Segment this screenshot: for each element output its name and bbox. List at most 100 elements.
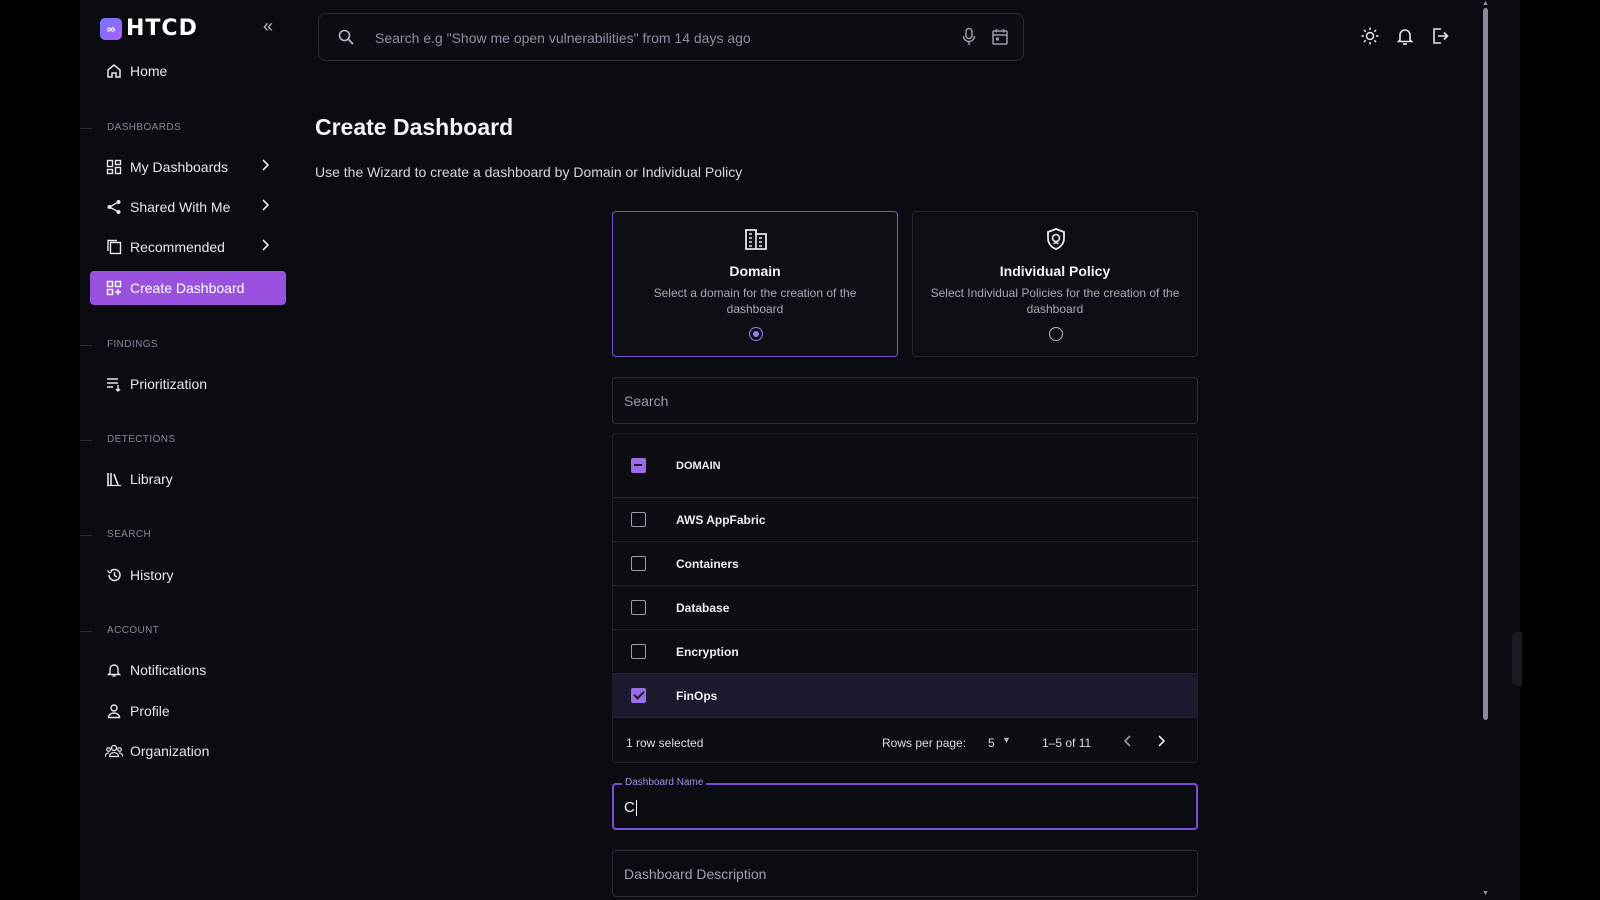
- section-label-account: ACCOUNT: [107, 625, 160, 636]
- sidebar-item-label: Recommended: [130, 239, 225, 255]
- scroll-down-arrow-icon[interactable]: ▼: [1482, 890, 1489, 897]
- copy-icon: [105, 238, 123, 256]
- rows-per-page-select[interactable]: 5: [988, 736, 995, 750]
- global-search-placeholder: Search e.g "Show me open vulnerabilities…: [375, 30, 751, 46]
- notifications-bell-icon[interactable]: [1395, 26, 1415, 51]
- dashboard-name-field[interactable]: Dashboard Name C: [612, 777, 1198, 830]
- app-frame: ∞ HTCD « Home DASHBOARDS My Dashboards S…: [80, 0, 1520, 900]
- sidebar-item-organization[interactable]: Organization: [90, 734, 286, 768]
- divider: [80, 631, 92, 632]
- sidebar-item-profile[interactable]: Profile: [90, 694, 286, 728]
- dashboard-add-icon: [105, 279, 123, 297]
- library-icon: [105, 470, 123, 488]
- side-drawer-handle[interactable]: [1512, 632, 1522, 686]
- table-row[interactable]: FinOps: [613, 674, 1197, 718]
- sidebar-item-notifications[interactable]: Notifications: [90, 653, 286, 687]
- pagination-range: 1–5 of 11: [1042, 736, 1092, 750]
- sidebar-item-label: Shared With Me: [130, 199, 231, 215]
- section-label-dashboards: DASHBOARDS: [107, 122, 182, 133]
- collapse-sidebar-icon[interactable]: «: [263, 16, 273, 37]
- domain-search-field[interactable]: [612, 377, 1198, 424]
- divider: [80, 440, 92, 441]
- dashboard-name-input[interactable]: C: [624, 799, 637, 817]
- search-icon: [337, 28, 355, 51]
- sidebar-item-label: Library: [130, 471, 173, 487]
- sidebar-item-my-dashboards[interactable]: My Dashboards: [90, 150, 286, 184]
- header-actions: [1360, 26, 1450, 51]
- column-header-domain: DOMAIN: [676, 459, 721, 472]
- sort-list-icon: [105, 375, 123, 393]
- user-icon: [105, 702, 123, 720]
- option-card-description: Select Individual Policies for the creat…: [930, 286, 1180, 316]
- shield-icon: [1044, 227, 1068, 256]
- sidebar-item-library[interactable]: Library: [90, 462, 286, 496]
- logo[interactable]: ∞ HTCD: [100, 16, 198, 41]
- section-label-detections: DETECTIONS: [107, 434, 176, 445]
- brightness-icon[interactable]: [1360, 26, 1380, 51]
- sidebar-item-label: Profile: [130, 703, 170, 719]
- dashboard-name-label: Dashboard Name: [622, 777, 707, 788]
- row-checkbox[interactable]: [631, 688, 646, 703]
- sidebar-item-label: History: [130, 567, 174, 583]
- domain-name: AWS AppFabric: [676, 512, 766, 527]
- logout-icon[interactable]: [1430, 26, 1450, 51]
- sidebar-item-label: Organization: [130, 743, 210, 759]
- sidebar-item-shared-with-me[interactable]: Shared With Me: [90, 190, 286, 224]
- domain-radio[interactable]: [749, 327, 763, 341]
- section-label-search: SEARCH: [107, 529, 152, 540]
- group-icon: [105, 742, 123, 760]
- option-card-description: Select a domain for the creation of the …: [653, 286, 857, 316]
- domain-search-input[interactable]: [613, 378, 1197, 423]
- option-card-title: Individual Policy: [999, 263, 1111, 279]
- dashboard-grid-icon: [105, 158, 123, 176]
- page-subtitle: Use the Wizard to create a dashboard by …: [315, 164, 743, 180]
- sidebar-item-create-dashboard[interactable]: Create Dashboard: [90, 271, 286, 305]
- scrollbar-thumb[interactable]: [1483, 8, 1488, 720]
- select-all-checkbox[interactable]: [631, 458, 646, 473]
- table-row[interactable]: Database: [613, 586, 1197, 630]
- chevron-right-icon: [260, 158, 270, 175]
- global-search-input[interactable]: Search e.g "Show me open vulnerabilities…: [318, 13, 1024, 61]
- logo-icon: ∞: [100, 17, 122, 40]
- history-icon: [105, 566, 123, 584]
- previous-page-button[interactable]: [1118, 731, 1138, 754]
- calendar-icon[interactable]: [991, 27, 1009, 52]
- sidebar-item-recommended[interactable]: Recommended: [90, 230, 286, 264]
- domain-table: DOMAIN AWS AppFabric Containers Database…: [612, 433, 1198, 763]
- sidebar-item-label: My Dashboards: [130, 159, 229, 175]
- table-header-row: DOMAIN: [613, 434, 1197, 498]
- divider: [80, 535, 92, 536]
- caret-down-icon[interactable]: ▼: [1002, 735, 1011, 745]
- sidebar-item-label: Create Dashboard: [130, 280, 245, 296]
- text-cursor: [635, 800, 637, 817]
- divider: [80, 345, 92, 346]
- table-row[interactable]: Encryption: [613, 630, 1197, 674]
- bell-icon: [105, 661, 123, 679]
- dashboard-description-field[interactable]: Dashboard Description: [612, 850, 1198, 897]
- row-checkbox[interactable]: [631, 644, 646, 659]
- sidebar: ∞ HTCD « Home DASHBOARDS My Dashboards S…: [80, 0, 300, 900]
- domain-name: Database: [676, 600, 730, 615]
- selected-count: 1 row selected: [626, 736, 704, 750]
- option-card-domain[interactable]: Domain Select a domain for the creation …: [612, 211, 898, 357]
- row-checkbox[interactable]: [631, 600, 646, 615]
- next-page-button[interactable]: [1151, 731, 1171, 754]
- domain-name: Encryption: [676, 644, 739, 659]
- individual-policy-radio[interactable]: [1049, 327, 1063, 341]
- row-checkbox[interactable]: [631, 512, 646, 527]
- logo-text: HTCD: [126, 16, 198, 41]
- sidebar-item-home[interactable]: Home: [90, 54, 286, 88]
- table-row[interactable]: Containers: [613, 542, 1197, 586]
- sidebar-item-history[interactable]: History: [90, 558, 286, 592]
- domain-name: Containers: [676, 556, 739, 571]
- scroll-up-arrow-icon[interactable]: ▲: [1482, 0, 1489, 7]
- table-pagination: 1 row selected Rows per page: 5 ▼ 1–5 of…: [613, 721, 1197, 763]
- microphone-icon[interactable]: [961, 27, 977, 52]
- option-card-individual-policy[interactable]: Individual Policy Select Individual Poli…: [912, 211, 1198, 357]
- sidebar-item-prioritization[interactable]: Prioritization: [90, 367, 286, 401]
- sidebar-item-label: Notifications: [130, 662, 207, 678]
- row-checkbox[interactable]: [631, 556, 646, 571]
- home-icon: [105, 62, 123, 80]
- table-row[interactable]: AWS AppFabric: [613, 498, 1197, 542]
- domain-name: FinOps: [676, 688, 718, 703]
